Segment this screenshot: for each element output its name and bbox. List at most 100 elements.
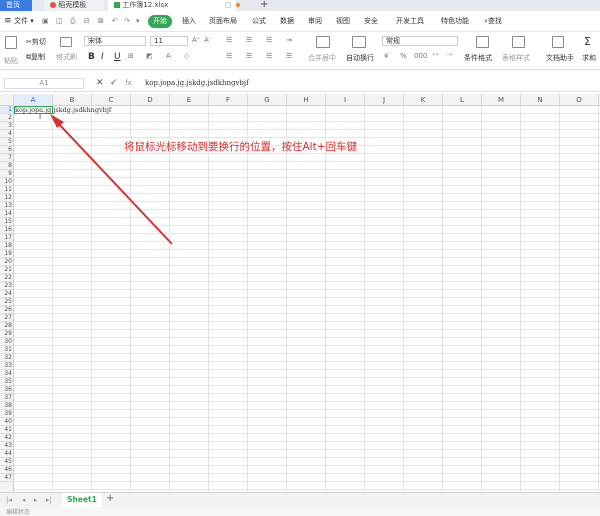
increase-font-icon[interactable]: A⁺ bbox=[192, 36, 200, 44]
sheet-tab-label: Sheet1 bbox=[67, 495, 97, 504]
copy-button[interactable]: ⧉复制 bbox=[26, 52, 45, 62]
justify-icon[interactable]: ☰ bbox=[286, 52, 292, 60]
tab-home[interactable]: 首页 bbox=[0, 0, 32, 11]
merge-center-button[interactable]: 合并居中 bbox=[308, 53, 336, 63]
spreadsheet-icon bbox=[114, 2, 120, 8]
menu-developer[interactable]: 开发工具 bbox=[396, 16, 424, 27]
confirm-icon[interactable]: ✓ bbox=[110, 78, 118, 88]
menu-security[interactable]: 安全 bbox=[364, 16, 378, 27]
thousands-button[interactable]: 000 bbox=[414, 52, 427, 60]
fx-button[interactable]: fx bbox=[125, 79, 132, 87]
font-size-select[interactable]: 11 bbox=[150, 36, 188, 46]
font-size-value: 11 bbox=[154, 37, 163, 45]
indent-icon[interactable]: ⇥ bbox=[286, 36, 292, 44]
ribbon-toolbar: 粘贴 ✂剪切 ⧉复制 格式刷 宋体 11 A⁺ A⁻ B I U ⊞ ◩ A ◇… bbox=[0, 32, 600, 70]
doc-assistant-button[interactable]: 文档助手 bbox=[546, 53, 574, 63]
unsaved-dot-icon bbox=[236, 3, 240, 7]
more-dropdown-icon[interactable]: ▾ bbox=[136, 16, 140, 27]
menu-search-label: 查找 bbox=[487, 17, 502, 25]
menu-start-label: 开始 bbox=[153, 17, 167, 25]
menu-insert[interactable]: 插入 bbox=[182, 16, 196, 27]
export-icon[interactable]: ◫ bbox=[56, 16, 63, 27]
sum-button[interactable]: 求和 bbox=[582, 53, 596, 63]
menu-page-layout[interactable]: 页面布局 bbox=[209, 16, 237, 27]
clear-icon[interactable]: ◇ bbox=[184, 52, 189, 60]
decrease-font-icon[interactable]: A⁻ bbox=[204, 36, 212, 44]
spreadsheet-grid: ABCDEFGHIJKLMNO 1 2 3 4 5 6 7 8 9 10 11 12 13 14 15 16 1… bbox=[0, 94, 600, 492]
increase-decimal-icon[interactable]: ⁺⁰ bbox=[432, 52, 439, 60]
status-text: 编辑状态 bbox=[6, 509, 31, 516]
menu-data[interactable]: 数据 bbox=[280, 16, 294, 27]
paste-button[interactable]: 粘贴 bbox=[4, 56, 18, 66]
number-format-select[interactable]: 常规 bbox=[382, 36, 458, 46]
status-bar: 编辑状态 bbox=[0, 507, 600, 516]
format-painter-icon bbox=[60, 37, 72, 47]
last-sheet-icon[interactable]: ▸| bbox=[46, 496, 52, 504]
name-box[interactable]: A1 bbox=[4, 78, 84, 89]
tab-workbook-label: 工作簿12.xlsx bbox=[122, 1, 169, 9]
print-icon[interactable]: ⎙ bbox=[70, 16, 76, 27]
undo-icon[interactable]: ↶ bbox=[112, 16, 118, 27]
align-right-icon[interactable]: ☰ bbox=[266, 52, 272, 60]
wrap-text-button[interactable]: 自动换行 bbox=[346, 53, 374, 63]
hamburger-icon[interactable]: ≡ bbox=[4, 16, 12, 27]
menu-special[interactable]: 特色功能 bbox=[441, 16, 469, 27]
add-sheet-button[interactable]: + bbox=[106, 493, 114, 504]
menu-review[interactable]: 审阅 bbox=[308, 16, 322, 27]
tab-docer-label: 稻壳模板 bbox=[58, 1, 87, 9]
new-tab-button[interactable]: + bbox=[254, 0, 268, 11]
align-bottom-icon[interactable]: ☰ bbox=[266, 36, 272, 44]
border-icon[interactable]: ⊞ bbox=[128, 52, 134, 60]
menu-file[interactable]: 文件 ▾ bbox=[14, 16, 34, 27]
paste-icon[interactable] bbox=[5, 36, 17, 49]
align-middle-icon[interactable]: ☰ bbox=[246, 36, 252, 44]
menu-start[interactable]: 开始 bbox=[148, 15, 172, 28]
underline-button[interactable]: U bbox=[114, 52, 121, 62]
currency-button[interactable]: ¥ bbox=[384, 52, 388, 60]
tab-workbook[interactable]: 工作簿12.xlsx ▢ bbox=[108, 0, 240, 11]
italic-button[interactable]: I bbox=[101, 52, 104, 62]
formula-bar: A1 ✕ ✓ fx kop.jopa.jg.jskdg.jsdkhngvbjf bbox=[0, 75, 600, 92]
save-icon[interactable]: ▣ bbox=[42, 16, 49, 27]
cut-label: 剪切 bbox=[31, 38, 46, 46]
sheet-tab-sheet1[interactable]: Sheet1 bbox=[62, 493, 102, 507]
merge-icon bbox=[316, 36, 330, 48]
name-box-value: A1 bbox=[39, 79, 49, 87]
arrow-line bbox=[55, 120, 173, 245]
prev-sheet-icon[interactable]: ◂ bbox=[22, 496, 26, 504]
menu-view[interactable]: 视图 bbox=[336, 16, 350, 27]
first-sheet-icon[interactable]: |◂ bbox=[6, 496, 12, 504]
check-icon[interactable]: ⊠ bbox=[98, 16, 104, 27]
menu-formula[interactable]: 公式 bbox=[252, 16, 266, 27]
copy-label: 复制 bbox=[31, 53, 45, 61]
fill-color-icon[interactable]: ◩ bbox=[146, 52, 153, 60]
cond-format-button[interactable]: 条件格式 bbox=[464, 53, 492, 63]
format-painter-button[interactable]: 格式刷 bbox=[56, 52, 77, 62]
preview-icon[interactable]: ⊟ bbox=[84, 16, 90, 27]
sum-icon: Σ bbox=[584, 35, 591, 48]
font-name-select[interactable]: 宋体 bbox=[84, 36, 146, 46]
redo-icon[interactable]: ↷ bbox=[124, 16, 130, 27]
tab-docer[interactable]: 稻壳模板 bbox=[44, 0, 104, 11]
next-sheet-icon[interactable]: ▸ bbox=[34, 496, 38, 504]
bold-button[interactable]: B bbox=[88, 52, 95, 62]
tab-close-icon[interactable]: ▢ bbox=[225, 0, 232, 11]
cancel-icon[interactable]: ✕ bbox=[96, 78, 104, 88]
table-style-icon bbox=[512, 36, 525, 48]
wrap-icon bbox=[352, 36, 366, 48]
font-color-icon[interactable]: A bbox=[166, 52, 171, 60]
menu-bar: ≡ 文件 ▾ ▣ ◫ ⎙ ⊟ ⊠ ↶ ↷ ▾ 开始 插入 页面布局 公式 数据 … bbox=[0, 11, 600, 32]
formula-input[interactable]: kop.jopa.jg.jskdg.jsdkhngvbjf bbox=[145, 79, 249, 87]
doc-assistant-icon bbox=[552, 36, 564, 48]
number-format-value: 常规 bbox=[386, 37, 400, 45]
tab-home-label: 首页 bbox=[6, 1, 20, 9]
align-left-icon[interactable]: ☰ bbox=[226, 52, 232, 60]
docer-icon bbox=[50, 2, 56, 8]
decrease-decimal-icon[interactable]: ⁻⁰ bbox=[446, 52, 453, 60]
table-style-button[interactable]: 表格样式 bbox=[502, 53, 530, 63]
menu-search[interactable]: ⌕查找 bbox=[484, 16, 502, 27]
align-center-icon[interactable]: ☰ bbox=[246, 52, 252, 60]
align-top-icon[interactable]: ☰ bbox=[226, 36, 232, 44]
cut-button[interactable]: ✂剪切 bbox=[26, 37, 46, 47]
percent-button[interactable]: % bbox=[400, 52, 407, 60]
